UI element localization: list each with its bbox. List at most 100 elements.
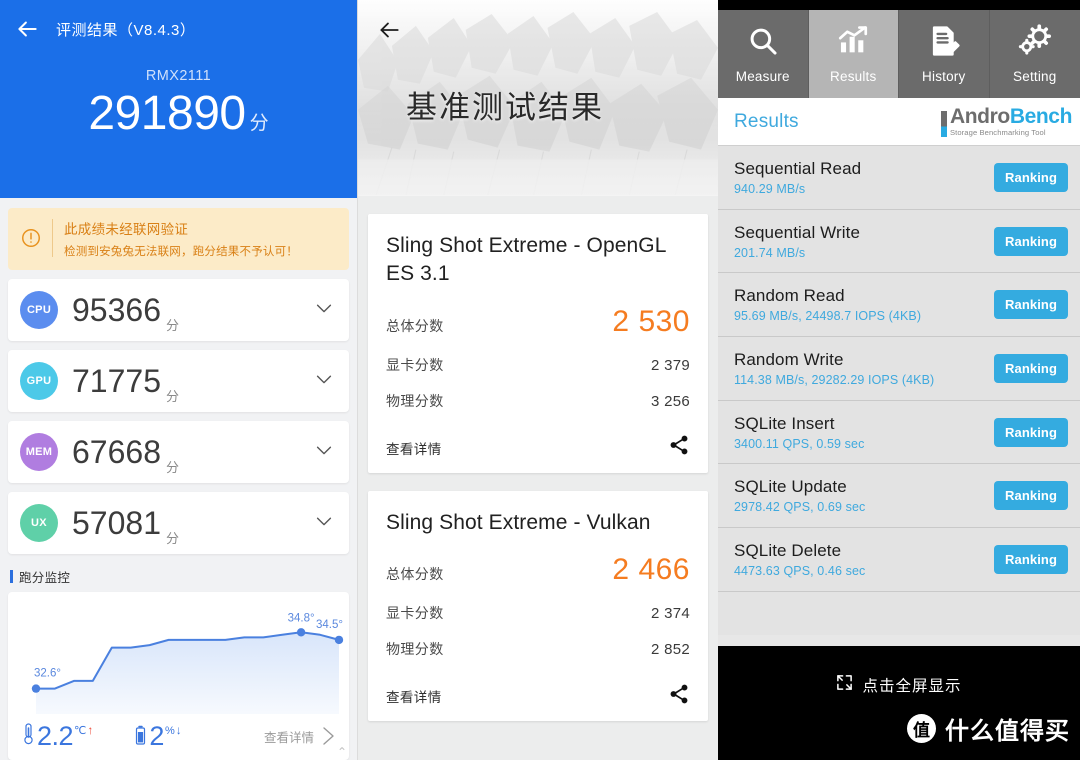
score-row: 显卡分数 2 379 (386, 355, 690, 375)
network-warning-banner: 此成绩未经联网验证 检测到安兔兔无法联网，跑分结果不予认可！ (8, 208, 349, 270)
ranking-button[interactable]: Ranking (994, 544, 1068, 574)
result-name: Random Read (734, 286, 845, 306)
alert-circle-icon (18, 217, 44, 259)
result-name: Random Write (734, 349, 844, 369)
result-value: 940.29 MB/s (734, 181, 806, 196)
tab-label: Setting (1013, 69, 1057, 84)
fullscreen-bar[interactable]: 点击全屏显示 值 什么值得买 (718, 646, 1080, 760)
tab-label: Results (830, 69, 877, 84)
score-unit: 分 (165, 531, 179, 546)
result-name: Sequential Write (734, 222, 861, 242)
result-name: SQLite Update (734, 477, 847, 497)
ranking-button[interactable]: Ranking (994, 290, 1068, 320)
androbench-logo: AndroBench Storage Benchmarking Tool (940, 105, 1073, 137)
battery-unit: % (164, 724, 175, 737)
watermark: 值 什么值得买 (907, 711, 1070, 746)
view-detail-link[interactable]: 查看详情 (386, 438, 442, 458)
share-icon[interactable] (668, 683, 690, 710)
chevron-right-icon (319, 724, 337, 748)
share-icon[interactable] (668, 434, 690, 461)
logo-bar-icon (940, 110, 947, 137)
result-row: SQLite Insert 3400.11 QPS, 0.59 sec Rankin… (718, 400, 1080, 465)
bar-chart-icon (836, 24, 870, 63)
ranking-button[interactable]: Ranking (994, 226, 1068, 256)
fullscreen-control[interactable]: 点击全屏显示 (718, 674, 1080, 696)
benchmark-title: Sling Shot Extreme - OpenGL ES 3.1 (386, 234, 666, 286)
tab-history[interactable]: History (899, 10, 990, 98)
score-row: 显卡分数 2 374 (386, 603, 690, 623)
result-name: SQLite Delete (734, 540, 842, 560)
tab-label: Measure (735, 69, 790, 84)
score-row-label: 显卡分数 (386, 356, 444, 373)
tab-measure[interactable]: Measure (718, 10, 809, 98)
svg-text:34.5°: 34.5° (316, 619, 343, 631)
result-row: SQLite Update 2978.42 QPS, 0.69 sec Rankin… (718, 464, 1080, 529)
score-card-list: CPU 95366 分 GPU 71775 分 MEM 67668 分 UX 57081 分 (0, 279, 357, 554)
temperature-delta-value: 2.2 (37, 720, 74, 751)
temperature-chart: 32.6° 34.8° 34.5° (8, 596, 349, 728)
section-accent-bar (10, 570, 13, 583)
ranking-button[interactable]: Ranking (994, 353, 1068, 383)
result-row: SQLite Delete 4473.63 QPS, 0.46 sec Rankin… (718, 528, 1080, 592)
result-value: 95.69 MB/s, 24498.7 IOPS (4KB) (734, 309, 922, 324)
score-row-value: 2 852 (650, 641, 690, 659)
score-row: 总体分数 2 530 (386, 305, 690, 339)
ranking-button[interactable]: Ranking (994, 162, 1068, 192)
temperature-chart-card[interactable]: 32.6° 34.8° 34.5° 2.2 ℃ ↑ 2 % ↓ 查看详情 (8, 592, 349, 760)
ranking-button[interactable]: Ranking (994, 481, 1068, 511)
score-row-value: 2 379 (650, 356, 690, 374)
score-card-mem[interactable]: MEM 67668 分 (8, 421, 349, 483)
result-value: 201.74 MB/s (734, 245, 806, 260)
total-score: 291890 分 (0, 86, 357, 141)
benchmark-title: Sling Shot Extreme - Vulkan (386, 510, 651, 534)
score-row-value: 3 256 (650, 392, 690, 410)
view-detail-link[interactable]: 查看详情 (386, 686, 442, 706)
badge-ux-icon: UX (20, 504, 58, 542)
battery-delta: 2 % ↓ (135, 722, 182, 750)
watermark-text: 什么值得买 (945, 718, 1070, 745)
card-footer: 查看详情 (386, 671, 690, 721)
battery-icon (135, 725, 146, 750)
monitor-section-header: 跑分监控 (10, 567, 357, 586)
page-title: 评测结果（V8.4.3） (56, 21, 196, 39)
watermark-logo: 值 (907, 714, 936, 743)
thermometer-icon (22, 722, 35, 750)
document-pencil-icon (927, 24, 961, 63)
score-row: 物理分数 2 852 (386, 639, 690, 659)
chevron-down-icon[interactable] (313, 297, 335, 324)
threedmark-panel: 基准测试结果 Sling Shot Extreme - OpenGL ES 3.… (357, 0, 718, 760)
screenshot-root: 评测结果（V8.4.3） RMX2111 291890 分 此成绩未经联网验证 检… (0, 0, 1080, 760)
score-value: 71775 (72, 362, 161, 399)
result-value: 3400.11 QPS, 0.59 sec (734, 436, 865, 451)
result-row: Sequential Read 940.29 MB/s Ranking (718, 146, 1080, 210)
scroll-hint-caret: ⌃ (336, 745, 347, 759)
chart-detail-label: 查看详情 (263, 730, 314, 745)
androbench-tabbar: Measure Results History Setting (718, 10, 1080, 98)
chevron-down-icon[interactable] (313, 439, 335, 466)
tab-setting[interactable]: Setting (989, 10, 1080, 98)
total-score-value: 291890 (88, 87, 246, 140)
back-arrow-icon[interactable] (376, 17, 402, 43)
temperature-unit: ℃ (74, 724, 87, 737)
score-card-gpu[interactable]: GPU 71775 分 (8, 350, 349, 412)
badge-gpu-icon: GPU (20, 362, 58, 400)
back-arrow-icon[interactable] (14, 16, 40, 42)
score-unit: 分 (165, 460, 179, 475)
tab-results[interactable]: Results (808, 10, 899, 98)
score-row-label: 物理分数 (386, 392, 444, 409)
svg-text:32.6°: 32.6° (34, 668, 61, 680)
device-model: RMX2111 (145, 68, 212, 84)
score-card-ux[interactable]: UX 57081 分 (8, 492, 349, 554)
score-value: 67668 (72, 433, 161, 470)
logo-part-2: Bench (1009, 105, 1073, 129)
battery-trend-icon: ↓ (175, 722, 182, 737)
score-unit: 分 (165, 318, 179, 333)
score-row: 物理分数 3 256 (386, 391, 690, 411)
score-card-cpu[interactable]: CPU 95366 分 (8, 279, 349, 341)
ranking-button[interactable]: Ranking (994, 417, 1068, 447)
score-row-label: 总体分数 (386, 566, 444, 583)
chevron-down-icon[interactable] (313, 510, 335, 537)
list-filler (718, 591, 1080, 635)
chevron-down-icon[interactable] (313, 368, 335, 395)
chart-detail-link[interactable]: 查看详情 (264, 724, 337, 748)
